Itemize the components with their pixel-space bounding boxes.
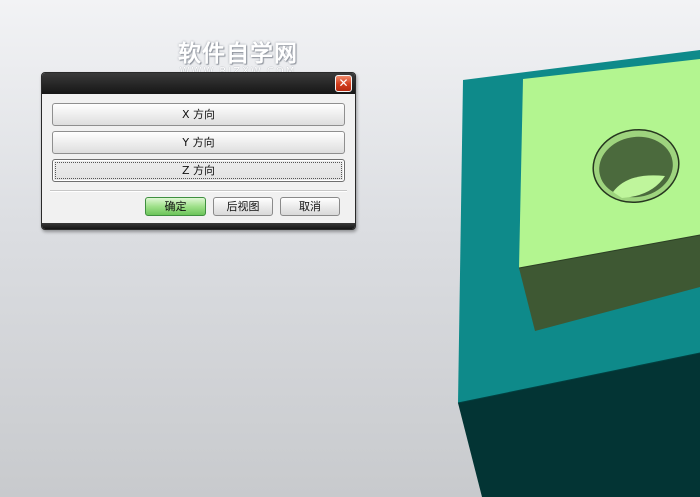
dialog-separator (50, 190, 347, 192)
watermark-title: 软件自学网 (178, 41, 298, 67)
y-direction-button[interactable]: Y 方向 (52, 131, 345, 154)
x-direction-button[interactable]: X 方向 (52, 103, 345, 126)
close-icon[interactable]: ✕ (335, 75, 352, 92)
watermark-logo: 软件自学网 WWW.RJZXW.COM (163, 34, 313, 77)
dialog-bottom-bar (42, 223, 355, 229)
ok-button[interactable]: 确定 (145, 197, 206, 216)
back-view-button[interactable]: 后视图 (213, 197, 273, 216)
dialog-titlebar[interactable]: ✕ (42, 73, 355, 94)
z-direction-button[interactable]: Z 方向 (52, 159, 345, 182)
direction-dialog: ✕ X 方向 Y 方向 Z 方向 确定 后视图 取消 (41, 72, 356, 230)
cancel-button[interactable]: 取消 (280, 197, 340, 216)
